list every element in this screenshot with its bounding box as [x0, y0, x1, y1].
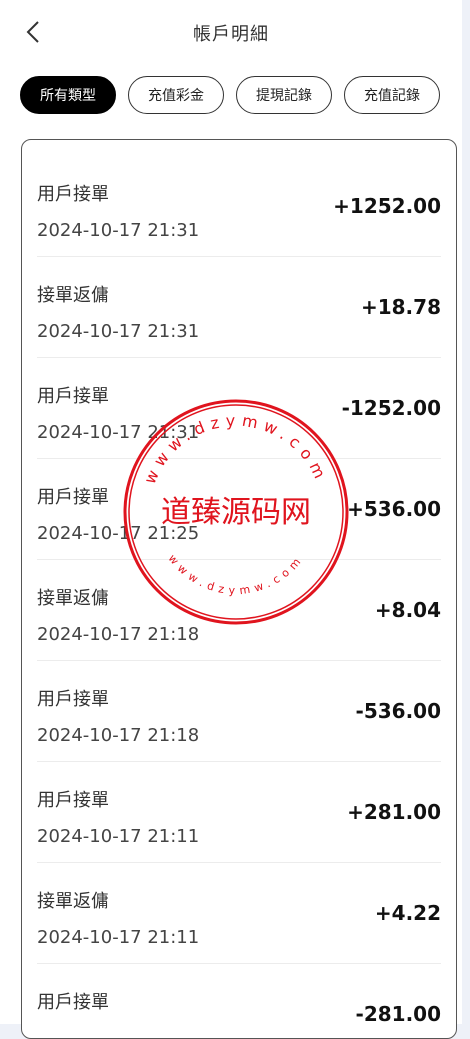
list-item[interactable]: 接單返傭 2024-10-17 21:31 +18.78 [37, 257, 441, 358]
record-type: 用戶接單 [37, 689, 109, 710]
record-type: 接單返傭 [37, 285, 109, 306]
account-detail-page: 帳戶明細 所有類型 充值彩金 提現記錄 充值記錄 用戶接單 2024-10-17… [0, 0, 462, 1039]
record-amount: +536.00 [347, 497, 441, 521]
list-item[interactable]: 用戶接單 2024-10-17 21:18 -536.00 [37, 661, 441, 762]
list-item[interactable]: 接單返傭 2024-10-17 21:11 +4.22 [37, 863, 441, 964]
record-amount: +8.04 [374, 598, 441, 622]
record-type: 用戶接單 [37, 386, 109, 407]
list-item[interactable]: 接單返傭 2024-10-17 21:18 +8.04 [37, 560, 441, 661]
record-amount: +4.22 [374, 901, 441, 925]
record-type: 接單返傭 [37, 588, 109, 609]
record-type: 接單返傭 [37, 891, 109, 912]
filter-withdraw-records[interactable]: 提現記錄 [236, 76, 332, 114]
list-item[interactable]: 用戶接單 2024-10-17 21:25 +536.00 [37, 459, 441, 560]
page-title: 帳戶明細 [193, 24, 269, 45]
filter-deposit-records[interactable]: 充值記錄 [344, 76, 440, 114]
records-list: 用戶接單 2024-10-17 21:31 +1252.00 接單返傭 2024… [21, 139, 457, 1039]
record-time: 2024-10-17 21:11 [37, 826, 200, 847]
record-amount: +18.78 [360, 295, 441, 319]
list-item[interactable]: 用戶接單 2024-10-17 21:31 +1252.00 [37, 156, 441, 257]
list-item[interactable]: 用戶接單 2024-10-17 21:11 +281.00 [37, 762, 441, 863]
record-amount: -1252.00 [341, 396, 441, 420]
record-type: 用戶接單 [37, 184, 109, 205]
list-item[interactable]: 用戶接單 2024-10-17 21:31 -1252.00 [37, 358, 441, 459]
record-amount: +281.00 [347, 800, 441, 824]
record-time: 2024-10-17 21:25 [37, 523, 200, 544]
record-time: 2024-10-17 21:31 [37, 321, 200, 342]
record-amount: -281.00 [355, 1002, 441, 1026]
filter-all-types[interactable]: 所有類型 [20, 76, 116, 114]
filter-tabs: 所有類型 充值彩金 提現記錄 充值記錄 [20, 76, 440, 114]
record-time: 2024-10-17 21:18 [37, 624, 200, 645]
filter-deposit-bonus[interactable]: 充值彩金 [128, 76, 224, 114]
list-item[interactable]: 用戶接單 -281.00 [37, 964, 441, 1038]
record-time: 2024-10-17 21:18 [37, 725, 200, 746]
record-time: 2024-10-17 21:31 [37, 220, 200, 241]
record-type: 用戶接單 [37, 992, 109, 1013]
record-time: 2024-10-17 21:11 [37, 927, 200, 948]
record-amount: +1252.00 [333, 194, 441, 218]
record-type: 用戶接單 [37, 487, 109, 508]
record-type: 用戶接單 [37, 790, 109, 811]
scrollbar[interactable] [462, 0, 470, 1024]
record-time: 2024-10-17 21:31 [37, 422, 200, 443]
record-amount: -536.00 [355, 699, 441, 723]
header: 帳戶明細 [0, 0, 462, 64]
